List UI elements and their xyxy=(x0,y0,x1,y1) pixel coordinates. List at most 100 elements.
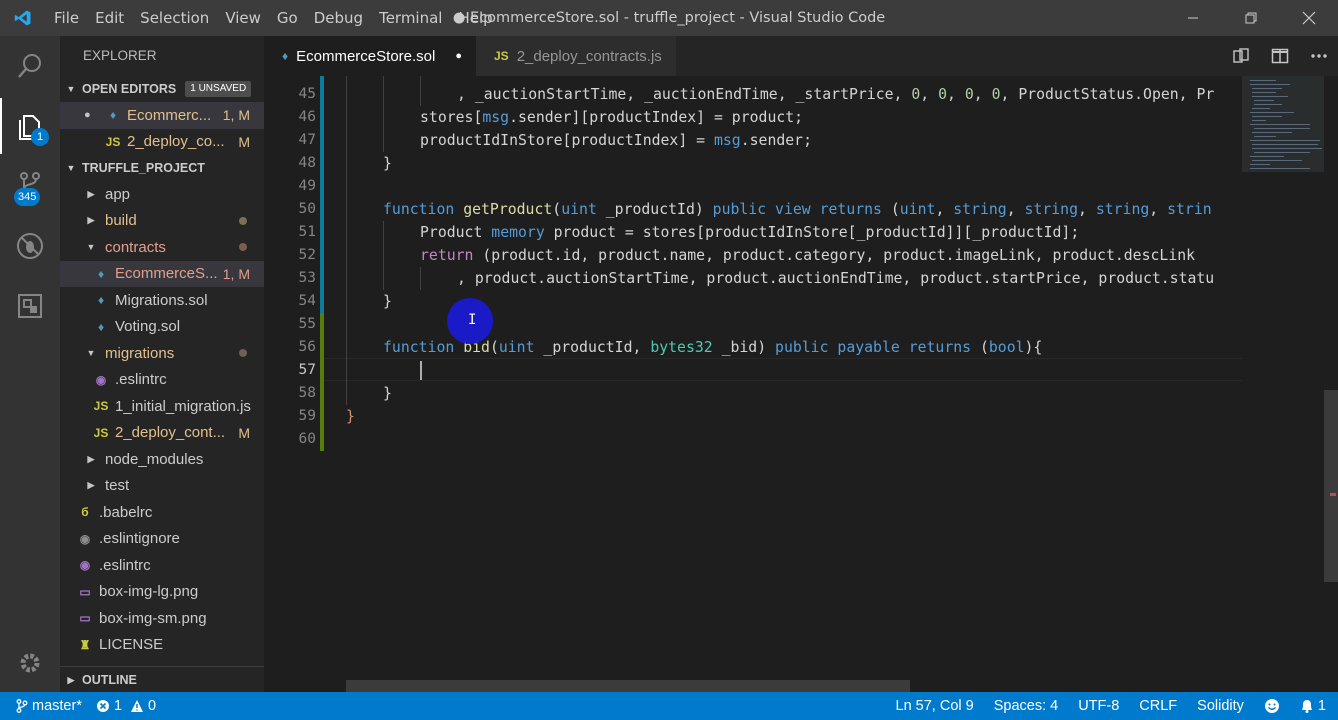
tree-file-ecommercestore[interactable]: ♦ EcommerceS... 1, M xyxy=(60,260,264,287)
menu-help[interactable]: Help xyxy=(450,0,500,36)
open-editors-header[interactable]: ▼ OPEN EDITORS 1 UNSAVED xyxy=(60,76,264,102)
ignore-file-icon: ◉ xyxy=(79,531,91,546)
chevron-down-icon: ▼ xyxy=(86,348,96,359)
tree-folder-node-modules[interactable]: ▶ node_modules xyxy=(60,446,264,473)
activity-search[interactable] xyxy=(0,38,60,94)
open-editor-item-ecommerce[interactable]: ● ♦ Ecommerc... 1, M xyxy=(60,102,264,129)
tree-item-label: 1_initial_migration.js xyxy=(115,397,251,415)
menu-view[interactable]: View xyxy=(217,0,269,36)
activity-debug[interactable] xyxy=(0,218,60,274)
problems-status[interactable]: 1 0 xyxy=(96,698,156,714)
tree-item-label: box-img-sm.png xyxy=(99,609,207,627)
menu-terminal[interactable]: Terminal xyxy=(371,0,450,36)
tree-item-label: .eslintignore xyxy=(99,530,180,548)
file-status: M xyxy=(238,424,250,441)
eol-status[interactable]: CRLF xyxy=(1139,698,1177,714)
line-number-gutter: 45 46 47 48 49 50 51 52 53 54 55 56 57 5… xyxy=(264,76,324,692)
language-mode-status[interactable]: Solidity xyxy=(1197,698,1244,714)
split-editor-button[interactable] xyxy=(1260,36,1299,76)
tree-folder-test[interactable]: ▶ test xyxy=(60,473,264,500)
tree-file-box-img-sm[interactable]: ▭ box-img-sm.png xyxy=(60,605,264,632)
code-editor[interactable]: 45 46 47 48 49 50 51 52 53 54 55 56 57 5… xyxy=(264,76,1338,692)
bell-icon xyxy=(1301,700,1312,713)
more-actions-button[interactable] xyxy=(1299,36,1338,76)
tree-file-initial-migration[interactable]: JS 1_initial_migration.js xyxy=(60,393,264,420)
chevron-right-icon: ▶ xyxy=(67,674,75,685)
tree-file-eslintrc-migrations[interactable]: ◉ .eslintrc xyxy=(60,367,264,394)
activity-extensions[interactable] xyxy=(0,278,60,334)
tab-deploy-contracts[interactable]: JS 2_deploy_contracts.js xyxy=(476,36,676,76)
babel-file-icon: б xyxy=(81,505,89,520)
open-editor-item-deploy[interactable]: JS 2_deploy_co... M xyxy=(60,129,264,156)
indent-guide xyxy=(383,76,384,152)
solidity-file-icon: ♦ xyxy=(282,49,289,63)
menu-file[interactable]: File xyxy=(46,0,87,36)
menu-selection[interactable]: Selection xyxy=(132,0,217,36)
code-line-52: return (product.id, product.name, produc… xyxy=(420,247,1196,264)
tree-file-box-img-lg[interactable]: ▭ box-img-lg.png xyxy=(60,579,264,606)
outline-header[interactable]: ▶ OUTLINE xyxy=(60,666,264,692)
horizontal-scrollbar-thumb[interactable] xyxy=(346,680,910,692)
activity-explorer[interactable]: 1 xyxy=(0,98,60,154)
tree-file-migrations-sol[interactable]: ♦ Migrations.sol xyxy=(60,287,264,314)
tree-file-eslintignore[interactable]: ◉ .eslintignore xyxy=(60,526,264,553)
tree-file-eslintrc[interactable]: ◉ .eslintrc xyxy=(60,552,264,579)
explorer-sidebar: EXPLORER ▼ OPEN EDITORS 1 UNSAVED ● ♦ Ec… xyxy=(60,36,264,692)
tree-folder-build[interactable]: ▶ build xyxy=(60,208,264,235)
warning-icon xyxy=(131,700,144,712)
menu-edit[interactable]: Edit xyxy=(87,0,132,36)
title-bar: File Edit Selection View Go Debug Termin… xyxy=(0,0,1338,36)
minimize-icon xyxy=(1188,17,1198,19)
minimap[interactable] xyxy=(1242,76,1326,692)
tab-label: EcommerceStore.sol xyxy=(296,47,436,65)
js-file-icon: JS xyxy=(93,425,109,440)
code-area[interactable]: , _auctionStartTime, _auctionEndTime, _s… xyxy=(346,76,1242,692)
tree-item-label: .eslintrc xyxy=(115,371,167,389)
file-status: M xyxy=(238,133,250,150)
tree-item-label: node_modules xyxy=(105,450,204,468)
cursor-position-status[interactable]: Ln 57, Col 9 xyxy=(896,698,974,714)
close-window-button[interactable] xyxy=(1280,0,1338,36)
tree-folder-contracts[interactable]: ▼ contracts xyxy=(60,234,264,261)
git-branch-status[interactable]: master* xyxy=(16,698,82,714)
tree-file-voting-sol[interactable]: ♦ Voting.sol xyxy=(60,314,264,341)
line-number: 56 xyxy=(298,339,316,355)
tree-item-label: app xyxy=(105,185,131,203)
tree-folder-migrations[interactable]: ▼ migrations xyxy=(60,340,264,367)
tree-folder-app[interactable]: ▶ app xyxy=(60,181,264,208)
indent-guide xyxy=(346,76,347,405)
tree-file-license[interactable]: ♜ LICENSE xyxy=(60,632,264,659)
tree-file-babelrc[interactable]: б .babelrc xyxy=(60,499,264,526)
activity-settings[interactable] xyxy=(0,635,60,691)
minimize-button[interactable] xyxy=(1164,0,1222,36)
license-file-icon: ♜ xyxy=(79,637,91,652)
tree-file-deploy-contracts[interactable]: JS 2_deploy_cont... M xyxy=(60,420,264,447)
vertical-scrollbar-thumb[interactable] xyxy=(1324,390,1338,582)
scm-badge: 345 xyxy=(14,188,41,206)
tab-ecommercestore[interactable]: ♦ EcommerceStore.sol ● xyxy=(264,36,476,76)
line-number: 54 xyxy=(298,293,316,309)
vertical-scrollbar[interactable] xyxy=(1324,76,1338,692)
restore-button[interactable] xyxy=(1222,0,1280,36)
menu-go[interactable]: Go xyxy=(269,0,306,36)
line-number-current: 57 xyxy=(298,362,316,378)
menu-debug[interactable]: Debug xyxy=(306,0,371,36)
project-header[interactable]: ▼ TRUFFLE_PROJECT xyxy=(60,155,264,181)
open-changes-button[interactable] xyxy=(1221,36,1260,76)
image-file-icon: ▭ xyxy=(79,611,91,626)
activity-source-control[interactable]: 345 xyxy=(0,156,60,212)
indentation-status[interactable]: Spaces: 4 xyxy=(994,698,1059,714)
search-icon xyxy=(18,54,41,78)
js-file-icon: JS xyxy=(93,399,109,414)
image-file-icon: ▭ xyxy=(79,584,91,599)
feedback-button[interactable] xyxy=(1264,698,1280,714)
line-number: 55 xyxy=(298,316,316,332)
encoding-status[interactable]: UTF-8 xyxy=(1078,698,1119,714)
notifications-status[interactable]: 1 xyxy=(1300,698,1326,714)
status-bar: master* 1 0 Ln 57, Col 9 Spaces: 4 UTF-8… xyxy=(0,692,1338,720)
menu-bar: File Edit Selection View Go Debug Termin… xyxy=(46,0,501,36)
code-line-47: productIdInStore[productIndex] = msg.sen… xyxy=(420,132,812,149)
line-number: 59 xyxy=(298,408,316,424)
unsaved-dot-icon[interactable]: ● xyxy=(455,50,462,62)
line-number: 45 xyxy=(298,86,316,102)
